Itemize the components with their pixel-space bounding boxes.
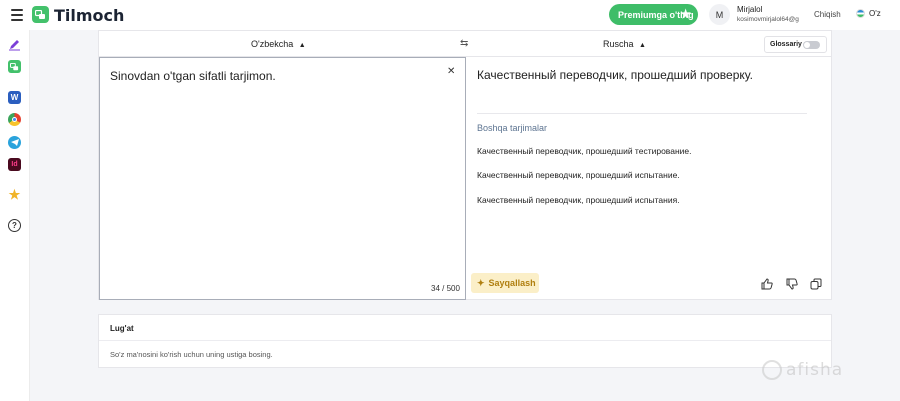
dictionary-hint: So'z ma'nosini ko'rish uchun uning ustig…	[110, 350, 273, 359]
word-icon[interactable]: W	[8, 91, 21, 104]
premium-button[interactable]: Premiumga o'ting ★	[609, 4, 698, 25]
source-text-area[interactable]: Sinovdan o'tgan sifatli tarjimon. ✕ 34 /…	[99, 57, 466, 300]
copy-icon[interactable]	[810, 277, 822, 290]
app-title[interactable]: Tilmoch	[54, 6, 124, 25]
polish-label: Sayqallash	[488, 278, 536, 288]
logout-link[interactable]: Chiqish	[814, 10, 841, 19]
user-name: Mirjalol	[737, 5, 763, 14]
translator-panel: O'zbekcha ▲ ⇆ Ruscha ▲ Glossariy Sinovda…	[98, 30, 832, 300]
chevron-up-icon: ▲	[298, 42, 306, 49]
other-translations-heading: Boshqa tarjimalar	[477, 123, 548, 133]
ui-language-label: O'z	[869, 9, 881, 18]
target-text-area: Качественный переводчик, прошедший прове…	[471, 57, 831, 300]
alternative-translation[interactable]: Качественный переводчик, прошедший испыт…	[477, 195, 680, 205]
glossary-toggle[interactable]: Glossariy	[764, 36, 827, 53]
language-bar: O'zbekcha ▲ ⇆ Ruscha ▲ Glossariy	[99, 31, 831, 57]
dictionary-panel: Lug'at So'z ma'nosini ko'rish uchun unin…	[98, 314, 832, 368]
watermark-text: afisha	[786, 360, 844, 380]
chrome-icon[interactable]	[8, 113, 21, 126]
watermark-circle-icon	[762, 360, 782, 380]
star-icon[interactable]: ★	[8, 187, 21, 202]
divider	[477, 113, 807, 114]
menu-icon[interactable]	[11, 9, 23, 21]
target-text: Качественный переводчик, прошедший прове…	[477, 68, 753, 82]
dictionary-title: Lug'at	[110, 324, 134, 333]
top-bar: Tilmoch Premiumga o'ting ★ M Mirjalol ko…	[0, 0, 900, 30]
glossary-label: Glossariy	[770, 41, 802, 48]
user-email: kosimovmirjalol64@g	[737, 16, 799, 23]
pen-icon[interactable]	[8, 38, 21, 51]
alternative-translation[interactable]: Качественный переводчик, прошедший тести…	[477, 146, 691, 156]
sparkle-icon: ✦	[477, 277, 485, 288]
telegram-icon[interactable]	[8, 136, 21, 149]
swap-languages-icon[interactable]: ⇆	[460, 38, 468, 49]
toggle-switch[interactable]	[803, 41, 820, 49]
source-text[interactable]: Sinovdan o'tgan sifatli tarjimon.	[110, 69, 276, 83]
close-icon[interactable]: ✕	[447, 66, 455, 77]
thumbs-down-icon[interactable]	[786, 277, 798, 290]
uzbek-flag-icon	[856, 9, 865, 18]
alternative-translation[interactable]: Качественный переводчик, прошедший испыт…	[477, 170, 680, 180]
help-icon[interactable]: ?	[8, 219, 21, 232]
source-language-label: O'zbekcha	[251, 39, 294, 49]
char-counter: 34 / 500	[431, 284, 460, 293]
target-language-label: Ruscha	[603, 39, 634, 49]
avatar[interactable]: M	[709, 4, 730, 25]
polish-button[interactable]: ✦ Sayqallash	[471, 273, 539, 293]
tilmoch-icon[interactable]	[8, 60, 21, 73]
indesign-icon[interactable]: Id	[8, 158, 21, 171]
watermark-logo: afisha	[762, 360, 843, 380]
thumbs-up-icon[interactable]	[761, 277, 773, 290]
logo-icon	[32, 6, 49, 23]
chevron-up-icon: ▲	[639, 42, 646, 49]
sidebar: W Id ★ ?	[0, 30, 30, 401]
star-icon: ★	[680, 7, 691, 21]
source-language-select[interactable]: O'zbekcha ▲	[251, 39, 306, 49]
divider	[99, 340, 831, 341]
ui-language-switch[interactable]: O'z	[856, 9, 881, 18]
target-language-select[interactable]: Ruscha ▲	[603, 39, 646, 49]
